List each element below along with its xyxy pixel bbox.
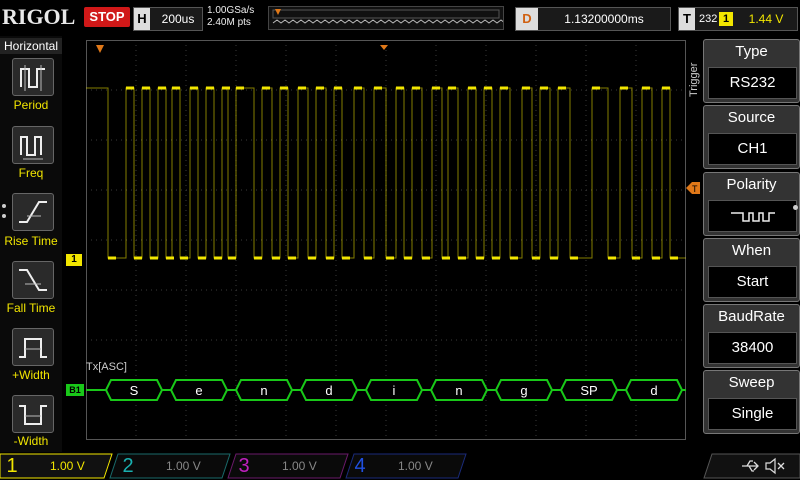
speaker-muted-icon[interactable]: [764, 457, 786, 475]
menu-title: Source: [727, 109, 776, 126]
acquisition-info: 1.00GSa/s 2.40M pts: [207, 5, 267, 31]
bus1-marker[interactable]: B1: [66, 384, 84, 396]
channel-number: 1: [6, 455, 18, 477]
trigger-position-icon: [96, 45, 104, 53]
fall-time-measure-button[interactable]: [12, 261, 54, 299]
trigger-baudrate-menu[interactable]: BaudRate ◀ 38400: [703, 304, 800, 368]
menu-title: BaudRate: [718, 308, 785, 325]
memory-waveform-overview: [272, 9, 522, 24]
menu-value: Start: [708, 266, 797, 298]
ch2-tab[interactable]: 2 1.00 V: [116, 454, 228, 478]
delay-label: D: [516, 8, 538, 30]
menu-title: When: [731, 242, 772, 259]
rise-time-icon: [19, 201, 47, 223]
brand-logo: RIGOL: [2, 4, 76, 29]
horizontal-timebase[interactable]: H 200us: [133, 7, 203, 31]
trigger-position-marker-icon: [275, 9, 281, 15]
measure-category-title: Horizontal: [0, 38, 62, 54]
channel-scale: 1.00 V: [50, 459, 85, 473]
negative-polarity-icon: [731, 212, 775, 222]
decoded-char: i: [393, 383, 396, 398]
waveform-display[interactable]: Se n d i n g SP d Tx[ASC]: [86, 40, 686, 440]
fall-time-label: Fall Time: [6, 301, 56, 315]
decoded-char: g: [520, 383, 527, 398]
decoded-char: S: [130, 383, 139, 398]
delay-value: 1.13200000ms: [564, 12, 644, 26]
period-measure-button[interactable]: [12, 58, 54, 96]
menu-value: CH1: [708, 133, 797, 165]
ch3-tab[interactable]: 3 1.00 V: [232, 454, 344, 478]
channel-scale: 1.00 V: [166, 459, 201, 473]
menu-title: Type: [735, 43, 768, 60]
page-dot: [793, 205, 798, 210]
bus-decode-trace: Se n d i n g SP d: [86, 379, 686, 401]
pos-width-icon: [19, 338, 47, 358]
period-label: Period: [13, 98, 49, 112]
horizontal-label: H: [134, 8, 150, 30]
decoded-char: n: [260, 383, 267, 398]
trigger-polarity-menu[interactable]: Polarity: [703, 172, 800, 236]
trigger-when-menu[interactable]: When ◀ Start: [703, 238, 800, 302]
decoded-char: n: [455, 383, 462, 398]
run-stop-indicator[interactable]: STOP: [84, 7, 130, 27]
sample-rate: 1.00GSa/s: [207, 5, 255, 16]
horizontal-delay[interactable]: D 1.13200000ms: [515, 7, 671, 31]
polarity-selector: [708, 200, 797, 232]
trigger-level: 1.44 V: [748, 12, 784, 26]
center-marker: [380, 38, 388, 50]
decoded-char: d: [650, 383, 657, 398]
trigger-position-top-marker[interactable]: [96, 42, 104, 53]
page-dot: [2, 204, 6, 208]
trigger-source-badge: 1: [719, 12, 733, 26]
usb-icon: [740, 458, 760, 474]
decoded-char: d: [325, 383, 332, 398]
page-dot: [2, 214, 6, 218]
ch1-waveform: [86, 87, 686, 259]
trigger-source-menu[interactable]: Source ◀ CH1: [703, 105, 800, 169]
freq-label: Freq: [18, 166, 44, 180]
menu-value: 38400: [708, 332, 797, 364]
memory-depth: 2.40M pts: [207, 17, 251, 28]
menu-value: RS232: [708, 67, 797, 99]
channel-scale: 1.00 V: [398, 459, 433, 473]
rise-time-measure-button[interactable]: [12, 193, 54, 231]
fall-time-icon: [19, 269, 47, 291]
trigger-level-arrow-icon: T: [686, 182, 700, 194]
decoded-char: SP: [580, 383, 597, 398]
svg-text:T: T: [692, 184, 698, 194]
trigger-level-marker[interactable]: T: [686, 181, 700, 194]
trigger-type-menu[interactable]: Type ◀ RS232: [703, 39, 800, 103]
pos-width-label: +Width: [12, 368, 50, 382]
channel-number: 2: [122, 455, 134, 477]
trigger-label: T: [679, 8, 695, 30]
ch1-trace: [86, 86, 686, 260]
menu-title: Polarity: [726, 176, 777, 193]
neg-width-icon: [19, 405, 47, 425]
period-icon: [20, 65, 45, 91]
channel-scale: 1.00 V: [282, 459, 317, 473]
trigger-sweep-menu[interactable]: Sweep ◀ Single: [703, 370, 800, 434]
bus-label: Tx[ASC]: [86, 361, 127, 373]
ch1-tab[interactable]: 1 1.00 V: [0, 454, 112, 478]
pos-width-measure-button[interactable]: [12, 328, 54, 366]
trigger-status[interactable]: T 232 1 1.44 V: [678, 7, 798, 31]
channel-number: 3: [238, 455, 250, 477]
neg-width-measure-button[interactable]: [12, 395, 54, 433]
neg-width-label: -Width: [13, 434, 49, 448]
timebase-value: 200us: [161, 12, 195, 26]
ch4-tab[interactable]: 4 1.00 V: [348, 454, 460, 478]
memory-overview-strip[interactable]: [268, 6, 522, 30]
rise-time-label: Rise Time: [4, 234, 58, 248]
trigger-type-code: 232: [699, 13, 718, 25]
menu-group-title: Trigger: [688, 62, 700, 98]
channel-number: 4: [354, 455, 366, 477]
freq-icon: [20, 136, 43, 160]
menu-value: Single: [708, 398, 797, 430]
ch1-offset-marker[interactable]: 1: [66, 254, 82, 266]
menu-title: Sweep: [728, 374, 775, 391]
center-marker-icon: [380, 45, 388, 50]
decoded-char: e: [195, 383, 202, 398]
freq-measure-button[interactable]: [12, 126, 54, 164]
